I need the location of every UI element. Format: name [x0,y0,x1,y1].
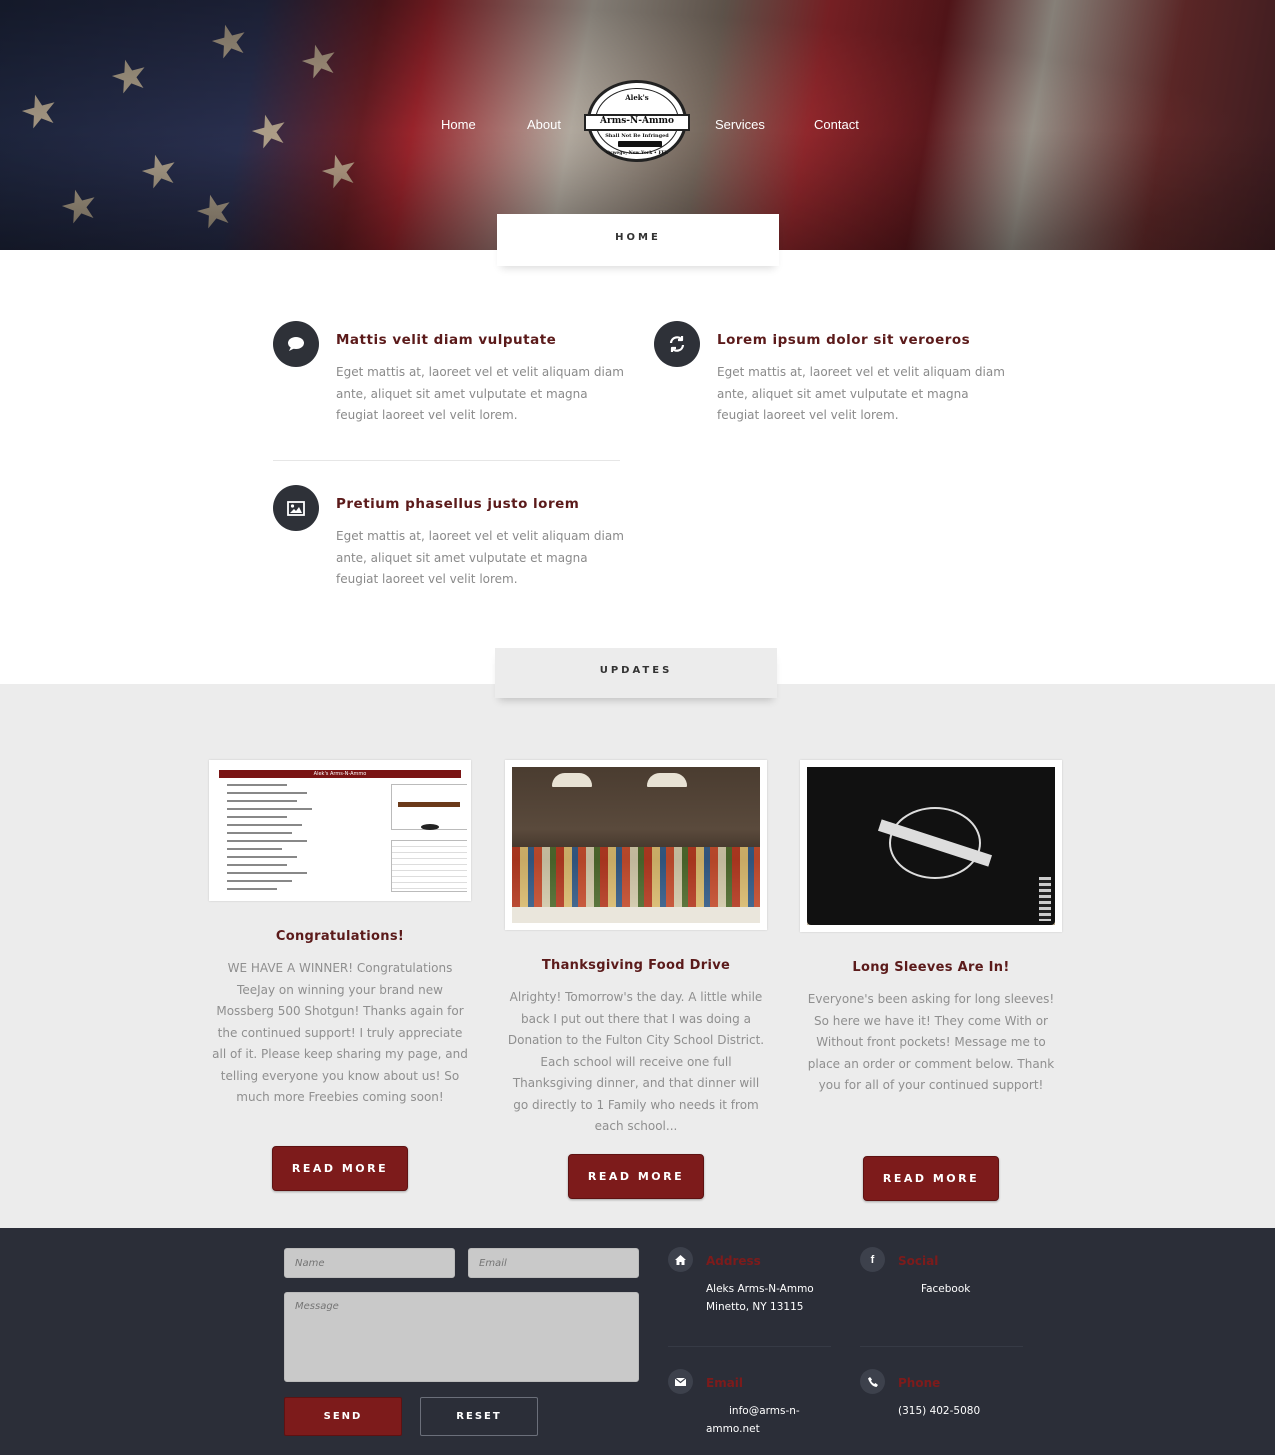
rifle-icon [618,141,662,147]
email-input[interactable] [468,1248,639,1278]
refresh-icon [654,321,700,367]
update-text: WE HAVE A WINNER! Congratulations TeeJay… [212,961,468,1104]
facebook-link[interactable]: Facebook [921,1280,970,1298]
update-title: Long Sleeves Are In! [852,960,1010,975]
update-text: Everyone's been asking for long sleeves!… [807,992,1055,1092]
shirt-flag-patch [1039,877,1051,921]
logo-tagline: Shall Not Be Infringed [605,133,669,139]
feature-item: Mattis velit diam vulputate Eget mattis … [273,321,624,441]
logo-name: Arms-N-Ammo [599,116,675,126]
phone-label: Phone [898,1376,941,1390]
update-card: Alek's Arms-N-Ammo Congratulations! WE H… [209,760,471,1195]
envelope-icon [668,1369,693,1394]
feature-item: Pretium phasellus justo lorem Eget matti… [273,485,624,605]
image-icon [273,485,319,531]
email-label: Email [706,1376,744,1390]
speech-bubble-icon [273,321,319,367]
section-title-updates: UPDATES [495,648,777,698]
social-label: Social [898,1254,939,1268]
nav-about[interactable]: About [527,117,561,132]
phone-value: (315) 402-5080 [898,1405,981,1417]
section-title-home: HOME [497,214,779,266]
address-line2: Minetto, NY 13115 [706,1301,804,1313]
update-title: Thanksgiving Food Drive [541,958,731,973]
read-more-button[interactable]: READ MORE [568,1154,704,1199]
update-text: Alrighty! Tomorrow's the day. A little w… [507,990,765,1133]
address-line1: Aleks Arms-N-Ammo [706,1283,814,1295]
address-label: Address [706,1254,761,1268]
footer-divider [668,1346,831,1347]
feature-text: Eget mattis at, laoreet vel et velit ali… [336,365,624,422]
logo-top-text: Alek's [625,93,649,102]
update-image[interactable] [800,760,1062,932]
logo-location: Oswego, New York • FFL [606,151,668,156]
footer-divider [860,1346,1023,1347]
pendant-lamp [552,773,592,787]
reset-button[interactable]: RESET [420,1397,538,1436]
feature-text: Eget mattis at, laoreet vel et velit ali… [336,529,624,586]
message-textarea[interactable] [284,1292,639,1382]
site-logo[interactable]: Alek's Arms-N-Ammo Shall Not Be Infringe… [584,80,690,162]
update-title: Congratulations! [275,929,405,944]
read-more-button[interactable]: READ MORE [863,1156,999,1201]
nav-services[interactable]: Services [715,117,765,132]
pendant-lamp [647,773,687,787]
send-button[interactable]: SEND [284,1397,402,1436]
nav-contact[interactable]: Contact [814,117,859,132]
read-more-button[interactable]: READ MORE [272,1146,408,1191]
feature-title: Lorem ipsum dolor sit veroeros [717,332,971,348]
shotgun-icon [398,802,460,807]
email-line1[interactable]: info@arms-n- [729,1402,800,1420]
doc-header: Alek's Arms-N-Ammo [219,770,461,778]
update-image[interactable] [505,760,767,930]
feature-title: Mattis velit diam vulputate [336,332,557,348]
update-image[interactable]: Alek's Arms-N-Ammo [209,760,471,901]
facebook-icon: f [860,1247,885,1272]
feature-text: Eget mattis at, laoreet vel et velit ali… [717,365,1005,422]
name-input[interactable] [284,1248,455,1278]
update-card: Long Sleeves Are In! Everyone's been ask… [800,760,1062,1202]
feature-divider [273,460,620,461]
feature-title: Pretium phasellus justo lorem [336,496,580,512]
phone-icon [860,1369,885,1394]
email-line2[interactable]: ammo.net [706,1420,760,1438]
nav-home[interactable]: Home [441,117,476,132]
feature-item: Lorem ipsum dolor sit veroeros Eget matt… [654,321,1005,441]
home-icon [668,1247,693,1272]
update-card: Thanksgiving Food Drive Alrighty! Tomorr… [505,760,767,1200]
